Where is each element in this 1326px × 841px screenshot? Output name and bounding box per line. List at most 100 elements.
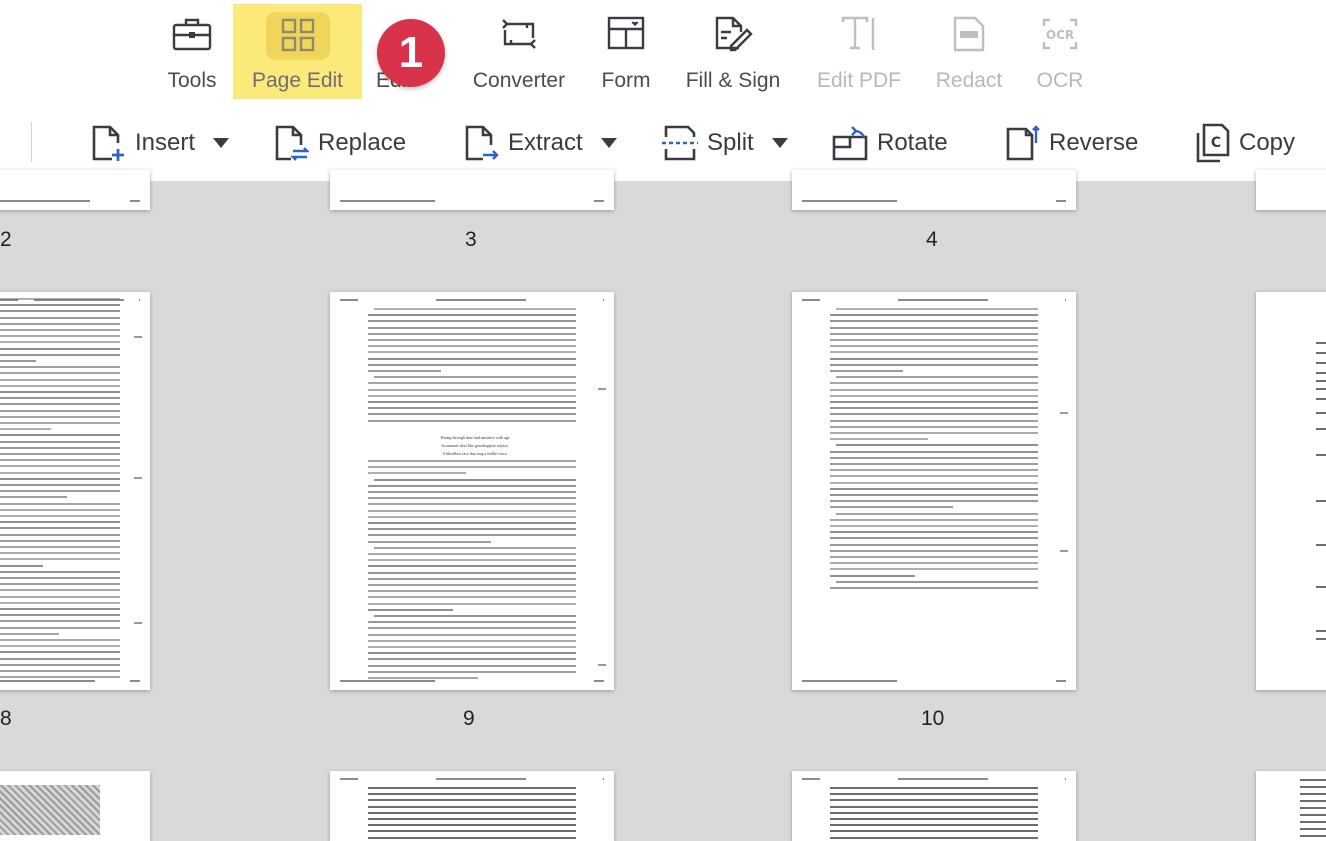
page-thumb-2[interactable] (0, 170, 150, 210)
extract-dropdown-icon[interactable] (600, 138, 617, 148)
page-number-9: 9 (463, 707, 475, 730)
text-line (368, 363, 576, 366)
text-line (830, 320, 1038, 323)
page-footer (340, 679, 604, 682)
insert-button[interactable]: Insert (90, 118, 230, 168)
text-line (0, 546, 120, 548)
text-line (830, 537, 1038, 540)
main-toolbar: Tools Page Edit Edit Converter Form Fill… (0, 0, 1326, 181)
page-thumb-4[interactable] (792, 170, 1076, 210)
text-line (368, 590, 576, 593)
text-line (836, 580, 1038, 583)
text-line (1300, 828, 1326, 830)
text-line (0, 639, 120, 641)
text-line (830, 370, 903, 372)
text-line (830, 494, 1038, 496)
text-line (368, 793, 576, 796)
page-thumb-10[interactable] (792, 292, 1076, 690)
page-thumb-9[interactable]: Wrung through time and narrative with ag… (330, 292, 614, 690)
text-line (0, 663, 120, 666)
tool-fill-sign[interactable]: Fill & Sign (677, 4, 789, 99)
tool-fill-sign-label: Fill & Sign (685, 69, 781, 92)
tool-tools[interactable]: Tools (152, 4, 232, 99)
reverse-button[interactable]: Reverse (1004, 118, 1138, 168)
page-thumb-11[interactable] (1256, 292, 1326, 690)
split-dropdown-icon[interactable] (771, 138, 788, 148)
page-thumb-5[interactable] (1256, 170, 1326, 210)
text-line (368, 484, 576, 487)
text-line (368, 419, 576, 422)
rotate-page-icon (832, 126, 868, 161)
text-line (0, 564, 44, 567)
extract-button[interactable]: Extract (463, 118, 617, 168)
page-thumb-16[interactable] (792, 771, 1076, 841)
text-line (368, 799, 576, 802)
page-thumb-15[interactable] (330, 771, 614, 841)
text-line (368, 577, 576, 580)
text-line (830, 805, 1038, 808)
insert-dropdown-icon[interactable] (213, 138, 230, 148)
page-number-3: 3 (465, 228, 477, 251)
page-number-10: 10 (921, 707, 945, 730)
text-line (0, 484, 120, 486)
step-badge: 1 (377, 19, 445, 87)
page-marker (1060, 412, 1068, 414)
text-line (368, 540, 491, 543)
text-line (836, 512, 1038, 515)
text-line (0, 440, 120, 443)
text-line (368, 596, 576, 599)
text-line (1300, 800, 1326, 802)
tool-page-edit[interactable]: Page Edit (233, 4, 362, 99)
tool-ocr[interactable]: OCR OCR (1030, 4, 1090, 99)
tool-converter[interactable]: Converter (462, 4, 576, 99)
split-page-icon (662, 125, 698, 161)
text-line (830, 388, 1038, 391)
tool-tools-label: Tools (167, 69, 217, 92)
text-line (0, 453, 120, 455)
text-line (830, 818, 1038, 820)
text-line (1300, 835, 1326, 837)
page-thumb-8[interactable] (0, 292, 150, 690)
copy-button[interactable]: C Copy (1194, 118, 1295, 168)
text-line (368, 621, 576, 624)
text-line (830, 407, 1038, 410)
tool-form[interactable]: Form (590, 4, 662, 99)
text-line (830, 419, 1038, 422)
insert-label: Insert (135, 129, 196, 156)
page-footer (0, 679, 140, 682)
text-line (0, 477, 120, 480)
text-line (0, 620, 120, 623)
text-line (0, 676, 120, 679)
page-thumb-3[interactable] (330, 170, 614, 210)
form-icon (606, 16, 646, 57)
toolbar-separator (31, 122, 32, 162)
text-line (830, 518, 1038, 521)
text-line (0, 322, 120, 325)
page-thumb-17[interactable] (1256, 771, 1326, 841)
replace-button[interactable]: Replace (273, 118, 406, 168)
text-line (368, 515, 576, 518)
page-header (340, 298, 604, 301)
page-thumb-14[interactable] (0, 771, 150, 841)
text-line (0, 670, 120, 672)
text-line (368, 345, 576, 348)
split-button[interactable]: Split (662, 118, 788, 168)
text-line (0, 521, 120, 524)
text-line (368, 553, 576, 555)
tool-ocr-label: OCR (1036, 69, 1084, 92)
text-line (830, 562, 1038, 565)
tool-edit-pdf[interactable]: Edit PDF (808, 4, 910, 99)
text-line (368, 639, 576, 642)
tool-redact[interactable]: Redact (926, 4, 1012, 99)
text-line (0, 341, 120, 344)
rotate-button[interactable]: Rotate (832, 118, 948, 168)
toc-line (1316, 380, 1326, 382)
toc-line (1316, 352, 1326, 354)
text-line (830, 401, 1038, 403)
text-line (1300, 807, 1326, 809)
text-line (0, 372, 120, 375)
text-line (830, 793, 1038, 796)
text-line (368, 584, 576, 586)
text-line (0, 632, 59, 635)
toc-line (1316, 388, 1326, 390)
